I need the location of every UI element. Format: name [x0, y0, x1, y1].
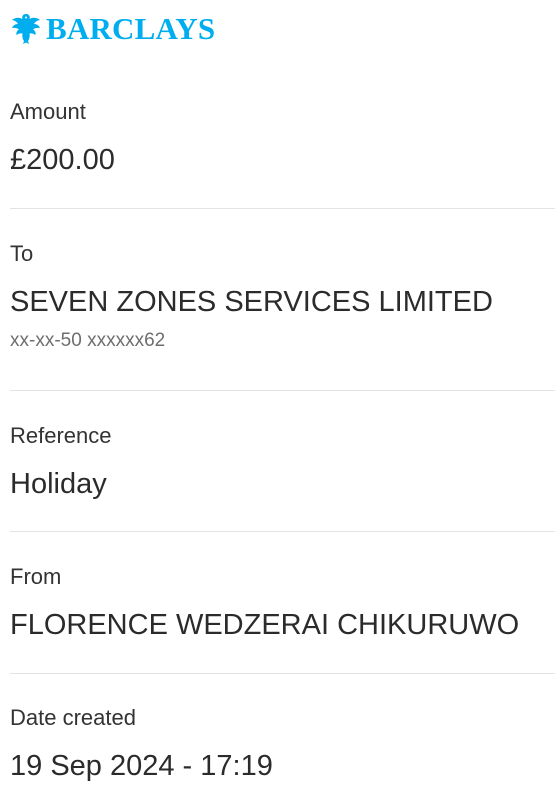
- to-section: To SEVEN ZONES SERVICES LIMITED xx-xx-50…: [10, 241, 555, 353]
- to-label: To: [10, 241, 34, 266]
- from-value: FLORENCE WEDZERAI CHIKURUWO: [10, 609, 520, 641]
- payee-name: SEVEN ZONES SERVICES LIMITED: [10, 286, 493, 318]
- divider: [10, 208, 555, 209]
- date-created-section: Date created 19 Sep 2024 - 17:19: [10, 705, 555, 783]
- barclays-logo: BARCLAYS: [10, 10, 215, 48]
- reference-value: Holiday: [10, 468, 107, 500]
- eagle-icon: [12, 14, 40, 44]
- reference-section: Reference Holiday: [10, 423, 555, 501]
- amount-label: Amount: [10, 99, 86, 124]
- divider: [10, 390, 555, 391]
- date-created-value: 19 Sep 2024 - 17:19: [10, 750, 273, 782]
- reference-label: Reference: [10, 423, 112, 448]
- from-section: From FLORENCE WEDZERAI CHIKURUWO: [10, 564, 555, 642]
- date-created-label: Date created: [10, 705, 136, 730]
- from-label: From: [10, 564, 62, 589]
- divider: [10, 673, 555, 674]
- amount-section: Amount £200.00: [10, 99, 555, 177]
- brand-name: BARCLAYS: [46, 11, 216, 46]
- divider: [10, 531, 555, 532]
- amount-value: £200.00: [10, 144, 115, 176]
- payee-account: xx-xx-50 xxxxxx62: [10, 330, 166, 351]
